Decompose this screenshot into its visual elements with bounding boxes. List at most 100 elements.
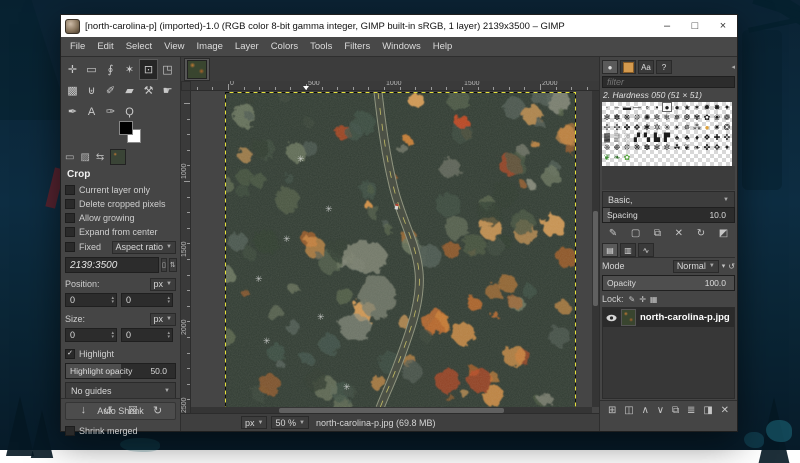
brush-item[interactable]: ▬ (622, 102, 632, 112)
mode-switch-icon[interactable]: ↺ (728, 262, 735, 271)
close-button[interactable]: × (709, 15, 737, 37)
mode-dropdown[interactable]: Normal▼ (673, 260, 719, 273)
layer-row[interactable]: north-carolina-p.jpg (603, 308, 734, 327)
brush-item[interactable]: — (632, 102, 642, 112)
brush-item[interactable]: ❊ (632, 112, 642, 122)
smudge-tool-icon[interactable]: ☛ (158, 80, 177, 101)
brush-item[interactable]: ✦ (722, 142, 732, 152)
brush-item[interactable]: ♣ (682, 132, 692, 142)
brush-item[interactable]: ✻ (602, 112, 612, 122)
brush-indicator-icon[interactable]: ▭ (65, 152, 74, 163)
brush-item[interactable]: ✽ (612, 112, 622, 122)
eraser-tool-icon[interactable]: ▰ (120, 80, 139, 101)
brush-filter-input[interactable] (602, 76, 735, 88)
brush-item[interactable]: ☘ (672, 142, 682, 152)
aspect-ratio-input[interactable] (65, 257, 159, 273)
unified-transform-tool-icon[interactable]: ◳ (158, 59, 177, 80)
bucket-fill-tool-icon[interactable]: ⊎ (82, 80, 101, 101)
brush-item[interactable]: ❁ (722, 112, 732, 122)
channels-tab[interactable]: ▥ (620, 243, 636, 257)
brush-item[interactable]: ❦ (602, 152, 612, 162)
fonts-tab[interactable]: Aa (638, 60, 654, 74)
legacy-mode-icon[interactable]: ▾ (722, 262, 726, 270)
new-brush-button[interactable]: ▢ (631, 228, 640, 239)
open-brush-button[interactable]: ◩ (719, 228, 728, 239)
brush-item[interactable]: ✱ (642, 122, 652, 132)
minimize-button[interactable]: – (653, 15, 681, 37)
brush-item[interactable]: ⁂ (692, 122, 702, 132)
brush-item[interactable]: ❖ (702, 132, 712, 142)
layers-tab[interactable]: ▤ (602, 243, 618, 257)
brush-item[interactable]: ❈ (602, 142, 612, 152)
ink-tool-icon[interactable]: ✑ (101, 101, 120, 122)
brush-item[interactable]: ✾ (692, 112, 702, 122)
refresh-brushes-button[interactable]: ↻ (697, 228, 705, 239)
size-y-spinner[interactable]: 0▴▾ (121, 328, 173, 342)
horizontal-ruler[interactable]: 0500100015002000 (191, 81, 599, 91)
image-tab[interactable] (184, 58, 210, 81)
rectangle-select-tool-icon[interactable]: ▭ (82, 59, 101, 80)
brush-item[interactable]: ✶ (692, 102, 702, 112)
position-unit-dropdown[interactable]: px▼ (150, 278, 176, 291)
ruler-corner-menu[interactable] (181, 81, 191, 91)
layer-thumbnail[interactable] (621, 309, 636, 326)
merge-layer-button[interactable]: ≣ (687, 405, 695, 416)
brush-item[interactable]: ❊ (622, 142, 632, 152)
size-unit-dropdown[interactable]: px▼ (150, 313, 176, 326)
brush-item[interactable]: ✤ (702, 142, 712, 152)
highlight-checkbox[interactable]: ✓ (65, 349, 75, 359)
brushes-tab[interactable]: ● (602, 60, 618, 74)
expand-from-center-checkbox[interactable] (65, 227, 75, 237)
brush-item[interactable]: ● (702, 122, 712, 132)
vertical-ruler[interactable]: 1000150020002500 (181, 91, 191, 414)
paintbrush-tool-icon[interactable]: ✐ (101, 80, 120, 101)
paths-tab[interactable]: ∿ (638, 243, 654, 257)
brush-item[interactable]: ▒ (612, 132, 622, 142)
color-swatches[interactable] (119, 121, 149, 147)
delete-brush-button[interactable]: ✕ (675, 228, 683, 239)
brush-item[interactable]: – (612, 102, 622, 112)
menu-help[interactable]: Help (427, 39, 459, 54)
brush-item[interactable]: ∘ (642, 102, 652, 112)
brush-item[interactable]: ✻ (652, 142, 662, 152)
status-zoom-dropdown[interactable]: 50 %▼ (271, 416, 308, 429)
crop-tool-icon[interactable]: ⊡ (139, 59, 158, 80)
brush-item[interactable]: ✲ (652, 122, 662, 132)
text-tool-icon[interactable]: A (82, 101, 101, 122)
duplicate-layer-button[interactable]: ⧉ (672, 405, 679, 416)
brush-item[interactable]: ▓ (602, 132, 612, 142)
brush-item[interactable]: ✣ (612, 122, 622, 132)
brush-item[interactable]: ✼ (662, 142, 672, 152)
brush-item[interactable]: ✸ (712, 102, 722, 112)
brush-item[interactable]: ❧ (612, 152, 622, 162)
menu-filters[interactable]: Filters (338, 39, 376, 54)
current-layer-only-checkbox[interactable] (65, 185, 75, 195)
brush-item[interactable]: ❧ (692, 142, 702, 152)
brush-item[interactable]: ❀ (712, 112, 722, 122)
brush-item[interactable]: ✽ (642, 142, 652, 152)
paths-tool-icon[interactable]: ✒ (63, 101, 82, 122)
brush-item[interactable]: ❄ (662, 112, 672, 122)
duplicate-brush-button[interactable]: ⧉ (654, 228, 661, 239)
lower-layer-button[interactable]: ∨ (657, 405, 664, 416)
brush-item[interactable]: ✦ (722, 102, 732, 112)
brush-item[interactable]: ✺ (642, 112, 652, 122)
brush-item[interactable]: ▞ (632, 132, 642, 142)
brush-item[interactable]: ❆ (682, 112, 692, 122)
gradient-tool-icon[interactable]: ▩ (63, 80, 82, 101)
fuzzy-select-tool-icon[interactable]: ✶ (120, 59, 139, 80)
allow-growing-checkbox[interactable] (65, 213, 75, 223)
menu-colors[interactable]: Colors (265, 39, 304, 54)
brush-item[interactable]: ▚ (642, 132, 652, 142)
menu-view[interactable]: View (158, 39, 190, 54)
fixed-mode-dropdown[interactable]: Aspect ratio▼ (112, 241, 176, 254)
active-image-thumbnail[interactable] (110, 149, 126, 165)
add-mask-button[interactable]: ◨ (703, 405, 712, 416)
brush-item[interactable]: ❉ (612, 142, 622, 152)
canvas-image[interactable]: ✳✳✳✳✳✳✳ (225, 92, 576, 408)
brush-group-dropdown[interactable]: Basic,▼ (602, 191, 735, 208)
brush-item[interactable]: ✳ (662, 122, 672, 132)
menu-image[interactable]: Image (191, 39, 229, 54)
status-unit-dropdown[interactable]: px▼ (241, 416, 267, 429)
brush-item[interactable]: ✥ (632, 122, 642, 132)
